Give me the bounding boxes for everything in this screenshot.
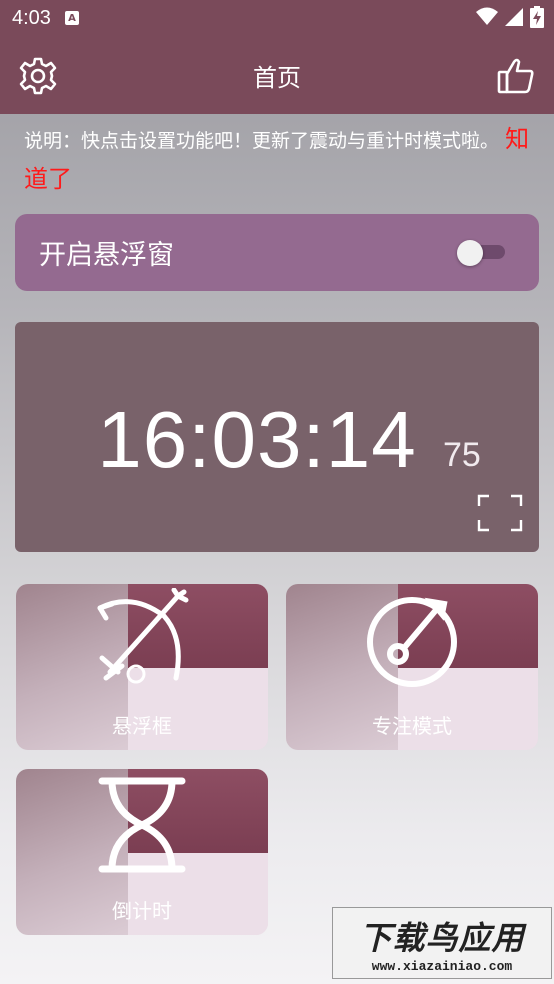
- page-title: 首页: [253, 63, 301, 92]
- a-icon: A: [64, 11, 79, 25]
- clock-card: 16:03:14 75: [15, 322, 539, 552]
- like-button[interactable]: [496, 56, 536, 96]
- status-bar: 4:03 A: [0, 0, 554, 36]
- notice-message: 说明：快点击设置功能吧！更新了震动与重计时模式啦。: [24, 130, 500, 152]
- bow-arrow-icon: [97, 588, 189, 684]
- float-window-label: 开启悬浮窗: [39, 240, 174, 271]
- battery-icon: [530, 6, 544, 28]
- app-bar: 首页: [0, 36, 554, 114]
- fullscreen-icon: [477, 494, 523, 532]
- tile-label: 倒计时: [112, 899, 172, 923]
- float-window-card: 开启悬浮窗: [15, 214, 539, 291]
- wifi-icon: [476, 7, 498, 25]
- tile-countdown[interactable]: 倒计时: [16, 769, 268, 935]
- float-window-switch[interactable]: [457, 240, 507, 266]
- fullscreen-button[interactable]: [477, 494, 523, 532]
- hourglass-icon: [98, 777, 186, 873]
- watermark-url: www.xiazainiao.com: [371, 958, 513, 974]
- tile-label: 专注模式: [372, 714, 452, 738]
- tile-focus-mode[interactable]: 专注模式: [286, 584, 538, 750]
- tile-floating-frame[interactable]: 悬浮框: [16, 584, 268, 750]
- target-icon: [367, 597, 457, 687]
- notice-text: 说明：快点击设置功能吧！更新了震动与重计时模式啦。 知道了: [24, 120, 534, 200]
- switch-thumb: [457, 240, 483, 266]
- status-icons: [476, 6, 544, 28]
- gear-icon: [19, 57, 57, 95]
- clock-centiseconds: 75: [443, 436, 481, 474]
- signal-icon: [505, 8, 523, 26]
- watermark-title: 下载鸟应用: [359, 918, 525, 957]
- thumbs-up-icon: [497, 58, 534, 94]
- status-time: 4:03: [12, 6, 51, 29]
- settings-button[interactable]: [18, 56, 58, 96]
- watermark: 下载鸟应用 www.xiazainiao.com: [332, 907, 552, 979]
- tile-label: 悬浮框: [112, 714, 172, 738]
